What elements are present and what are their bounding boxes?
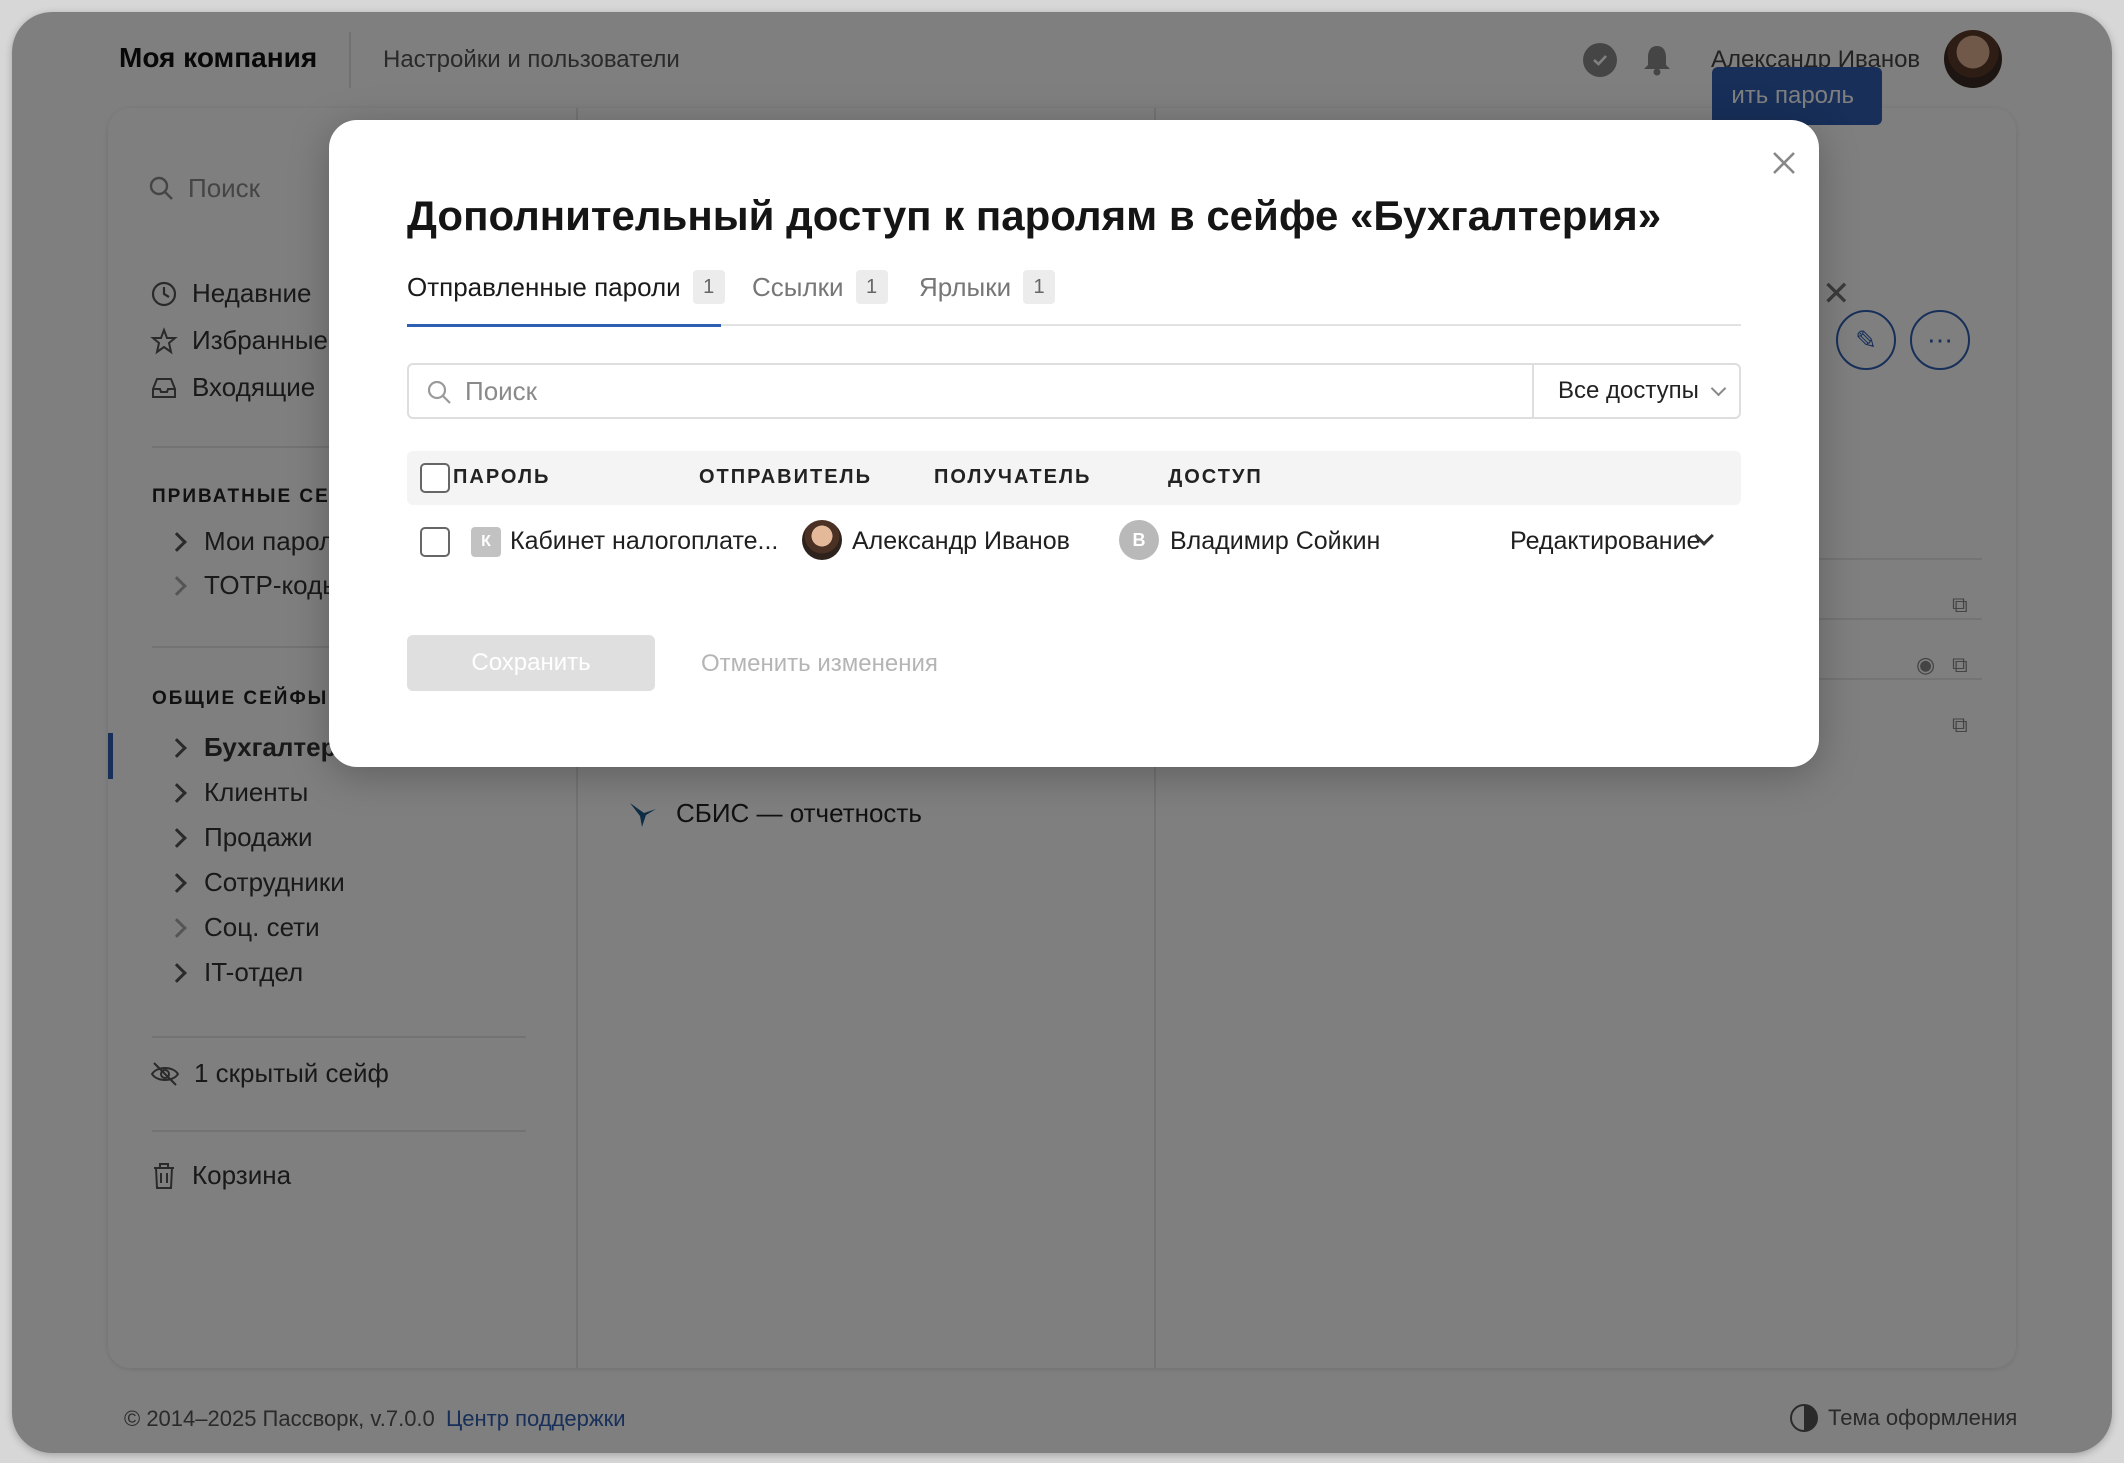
tab-shortcuts[interactable]: Ярлыки 1: [919, 270, 1056, 326]
dialog-title: Дополнительный доступ к паролям в сейфе …: [407, 192, 1662, 239]
tab-count-badge: 1: [692, 270, 725, 304]
save-button[interactable]: Сохранить: [407, 635, 655, 691]
recipient-name: Владимир Сойкин: [1170, 527, 1381, 555]
tab-sent-passwords[interactable]: Отправленные пароли 1: [407, 270, 725, 326]
active-tab-underline: [407, 324, 721, 327]
table-header: ПАРОЛЬ ОТПРАВИТЕЛЬ ПОЛУЧАТЕЛЬ ДОСТУП: [407, 451, 1741, 505]
cancel-changes-button[interactable]: Отменить изменения: [701, 650, 938, 678]
search-input[interactable]: [465, 365, 1525, 417]
access-filter-value: Все доступы: [1558, 377, 1699, 404]
sender-name: Александр Иванов: [852, 527, 1070, 555]
additional-access-dialog: Дополнительный доступ к паролям в сейфе …: [329, 120, 1819, 767]
chevron-down-icon: [1710, 380, 1727, 396]
search-icon: [427, 380, 451, 404]
column-header-recipient: ПОЛУЧАТЕЛЬ: [934, 466, 1092, 488]
row-checkbox[interactable]: [420, 527, 450, 557]
column-header-access: ДОСТУП: [1168, 466, 1263, 488]
table-row: К Кабинет налогоплате... Александр Ивано…: [407, 507, 1741, 577]
password-name[interactable]: Кабинет налогоплате...: [510, 527, 778, 556]
tab-count-badge: 1: [1023, 270, 1056, 304]
tab-count-badge: 1: [855, 270, 888, 304]
tab-links[interactable]: Ссылки 1: [752, 270, 888, 326]
select-all-checkbox[interactable]: [420, 463, 450, 493]
close-icon[interactable]: [1763, 142, 1805, 184]
dialog-tabs: Отправленные пароли 1 Ссылки 1 Ярлыки 1: [407, 270, 1741, 327]
access-level-select[interactable]: Редактирование: [1510, 527, 1700, 556]
column-header-sender: ОТПРАВИТЕЛЬ: [699, 466, 872, 488]
column-header-password: ПАРОЛЬ: [453, 466, 551, 488]
password-initial-badge: К: [471, 527, 501, 557]
tab-label: Отправленные пароли: [407, 272, 681, 302]
recipient-avatar: В: [1119, 520, 1159, 560]
tab-label: Ярлыки: [919, 272, 1012, 302]
tab-label: Ссылки: [752, 272, 844, 302]
avatar: [802, 520, 842, 560]
dialog-search-bar: Все доступы: [407, 363, 1741, 419]
access-filter-select[interactable]: Все доступы: [1532, 365, 1741, 417]
